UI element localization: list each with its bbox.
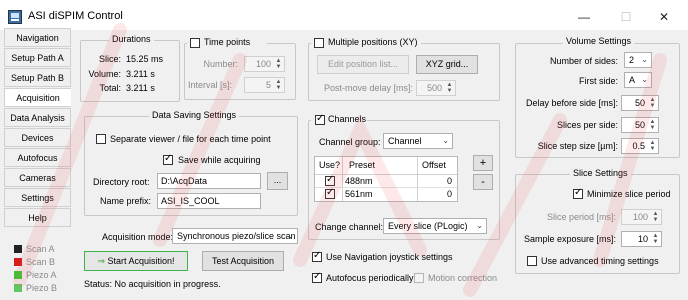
watermark-overlay [13, 23, 667, 297]
